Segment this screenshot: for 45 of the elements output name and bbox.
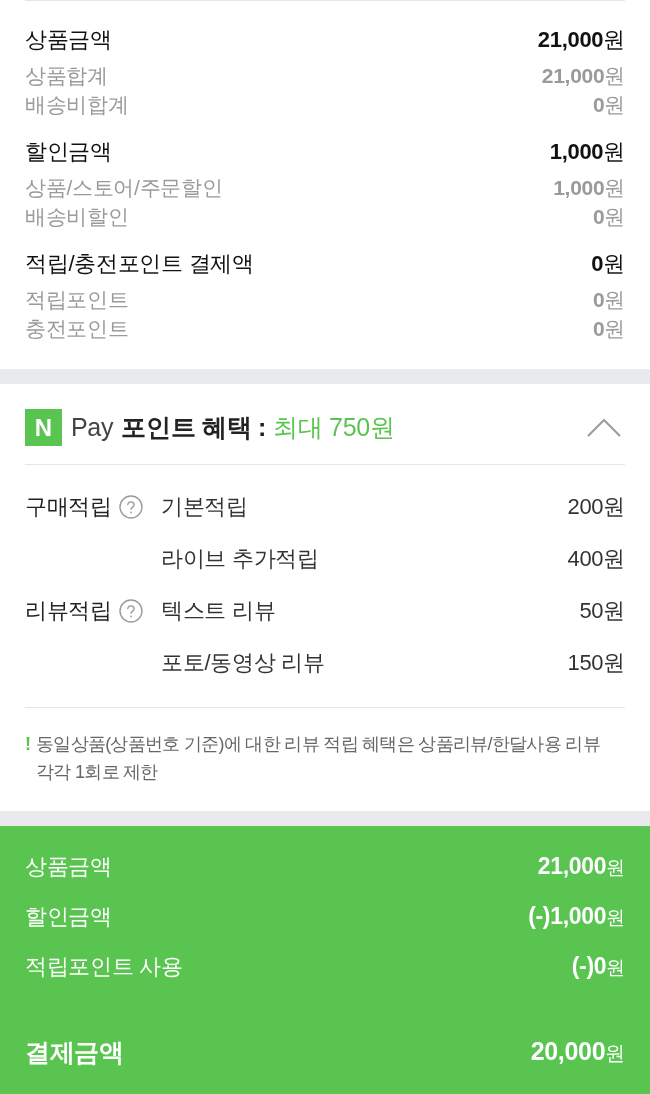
detail-label: 상품합계 (25, 62, 108, 89)
item-amount: 150원 (567, 649, 625, 677)
notice-mark: ! (25, 733, 32, 756)
item-amount: 50원 (579, 597, 625, 625)
total-amount: 20,000원 (530, 1037, 625, 1067)
payment-label: 상품금액 (25, 853, 112, 881)
section-title: 포인트 혜택 : (121, 412, 266, 443)
payment-amount: (-)0원 (571, 953, 625, 981)
payment-amount: 21,000원 (537, 853, 625, 881)
detail-amount: 1,000원 (553, 174, 625, 201)
detail-amount: 0원 (592, 286, 625, 313)
payment-label: 적립포인트 사용 (25, 953, 183, 981)
summary-amount: 1,000원 (549, 138, 625, 166)
item-amount: 400원 (567, 545, 625, 573)
detail-amount: 21,000원 (541, 62, 625, 89)
detail-amount: 0원 (592, 203, 625, 230)
help-icon[interactable] (118, 495, 143, 519)
summary-label: 적립/충전포인트 결제액 (25, 250, 254, 278)
detail-label: 상품/스토어/주문할인 (25, 174, 223, 201)
notice-text: 동일상품(상품번호 기준)에 대한 리뷰 적립 혜택은 상품리뷰/한달사용 리뷰 각각 1회로 제한 (36, 733, 601, 784)
item-label: 라이브 추가적립 (161, 545, 319, 573)
detail-label: 배송비할인 (25, 203, 129, 230)
item-label: 포토/동영상 리뷰 (161, 649, 325, 677)
help-icon[interactable] (118, 599, 143, 623)
summary-label: 할인금액 (25, 138, 112, 166)
summary-amount: 21,000원 (537, 26, 625, 54)
summary-label: 상품금액 (25, 26, 112, 54)
brand-name: Pay (71, 413, 114, 442)
max-points-text: 최대 750원 (273, 412, 395, 443)
detail-label: 배송비합계 (25, 91, 129, 118)
item-label: 텍스트 리뷰 (161, 597, 276, 625)
brand-logo: N (25, 409, 62, 446)
total-label: 결제금액 (25, 1036, 124, 1068)
detail-label: 적립포인트 (25, 286, 129, 313)
detail-label: 충전포인트 (25, 315, 129, 342)
item-label: 기본적립 (161, 493, 248, 521)
payment-label: 할인금액 (25, 903, 112, 931)
category-label: 리뷰적립 (25, 597, 112, 625)
item-amount: 200원 (567, 493, 625, 521)
summary-amount: 0원 (591, 250, 625, 278)
payment-amount: (-)1,000원 (528, 903, 625, 931)
detail-amount: 0원 (592, 91, 625, 118)
chevron-up-icon[interactable] (587, 418, 621, 437)
detail-amount: 0원 (592, 315, 625, 342)
category-label: 구매적립 (25, 493, 112, 521)
